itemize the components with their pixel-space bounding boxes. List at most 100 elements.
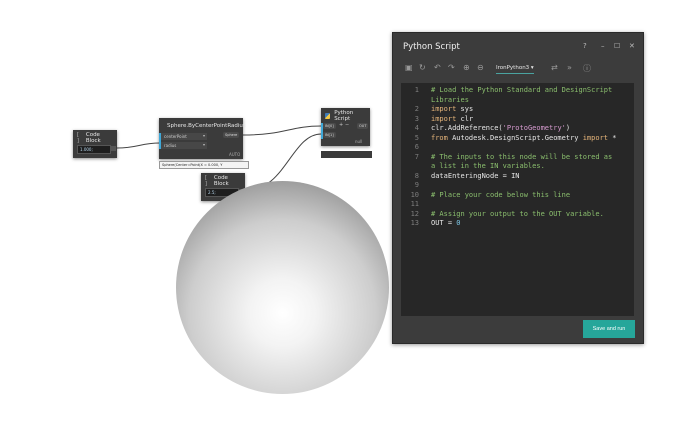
- input-centerpoint[interactable]: centerPoint ▾: [159, 133, 207, 140]
- help-icon[interactable]: ?: [583, 42, 587, 50]
- node-title: Sphere.ByCenterPointRadius: [167, 123, 246, 129]
- code-line[interactable]: clr.AddReference('ProtoGeometry'): [431, 124, 570, 132]
- node-header: [ ] Code Block: [73, 130, 117, 146]
- undo-icon[interactable]: ↶: [434, 63, 441, 72]
- wire-sphere-to-python-in0: [242, 125, 322, 136]
- close-icon[interactable]: ✕: [629, 42, 635, 50]
- line-number: 1: [414, 86, 419, 94]
- code-line[interactable]: Libraries: [431, 96, 469, 104]
- code-block-node[interactable]: [ ] Code Block 1.000;: [73, 130, 117, 158]
- line-number: 7: [414, 152, 419, 161]
- redo-icon[interactable]: ↷: [448, 63, 455, 72]
- code-line[interactable]: import sys: [431, 105, 473, 113]
- code-token: sys: [456, 105, 474, 113]
- more-icon[interactable]: »: [567, 63, 572, 72]
- zoom-in-icon[interactable]: ⊕: [463, 63, 470, 72]
- zoom-out-icon[interactable]: ⊖: [477, 63, 484, 72]
- code-token: 'ProtoGeometry': [502, 124, 566, 132]
- code-line[interactable]: from Autodesk.DesignScript.Geometry impo…: [431, 134, 616, 142]
- output-port[interactable]: OUT: [357, 123, 369, 129]
- code-token: *: [608, 133, 617, 142]
- code-block-icon: [ ]: [77, 132, 79, 144]
- output-port[interactable]: Sphere: [223, 132, 240, 138]
- input-dropdown-icon[interactable]: ▾: [203, 133, 205, 138]
- python-engine-dropdown[interactable]: IronPython3 ▾: [496, 65, 534, 74]
- line-number: 13: [410, 219, 419, 227]
- line-number: 9: [414, 181, 419, 189]
- code-token: from: [431, 133, 448, 142]
- node-title: Code Block: [213, 175, 229, 187]
- line-number: 12: [410, 209, 419, 218]
- minimize-icon[interactable]: –: [601, 42, 605, 50]
- window-title: Python Script: [403, 42, 460, 52]
- node-title: Python Script: [334, 110, 354, 122]
- wire-codeblock1-to-radius: [116, 142, 161, 149]
- save-icon[interactable]: ▣: [405, 63, 413, 72]
- input-label: centerPoint: [164, 134, 187, 139]
- help-icon[interactable]: ⓘ: [583, 63, 591, 74]
- code-editor[interactable]: 1 2 3 4 5 6 7 8 9 10 11 12 13 # Load the Python Stan…: [401, 83, 634, 316]
- node-header: [ ] Code Block: [201, 173, 245, 189]
- line-number-gutter: 1 2 3 4 5 6 7 8 9 10 11 12 13: [401, 83, 423, 316]
- code-token: # Load the Python Standard and DesignScr…: [431, 86, 613, 94]
- code-block-icon: [ ]: [205, 175, 207, 187]
- code-token: ): [565, 124, 571, 132]
- migrate-icon[interactable]: ⇄: [551, 63, 558, 72]
- output-port[interactable]: [110, 146, 116, 151]
- input-port-indicator: [321, 123, 323, 139]
- code-token: # The inputs to this node will be stored…: [431, 152, 613, 161]
- input-port-indicator: [159, 133, 161, 149]
- add-input-icon[interactable]: +: [339, 122, 343, 128]
- code-token: import: [582, 133, 609, 142]
- code-line[interactable]: import clr: [431, 115, 473, 123]
- code-token: import: [431, 105, 457, 113]
- node-preview-bubble: Sphere(Center=Point(X = 0.000, Y: [159, 161, 249, 169]
- code-line[interactable]: # The inputs to this node will be stored…: [431, 153, 612, 161]
- code-token: dataEnteringNode = IN: [431, 171, 520, 180]
- code-input[interactable]: 1.000;: [77, 145, 111, 154]
- input-label: radius: [164, 143, 177, 148]
- code-line[interactable]: # Load the Python Standard and DesignScr…: [431, 86, 612, 94]
- python-logo-icon: [325, 113, 331, 119]
- lacing-label: AUTO: [229, 152, 241, 157]
- code-token: Libraries: [431, 95, 469, 104]
- line-number: 4: [414, 124, 419, 132]
- code-token: Autodesk.DesignScript.Geometry: [447, 133, 583, 142]
- line-number: 2: [414, 105, 419, 113]
- code-token: a list in the IN variables.: [431, 162, 545, 170]
- code-line[interactable]: OUT = 0: [431, 219, 461, 227]
- code-token: # Place your code below this line: [431, 190, 571, 199]
- maximize-icon[interactable]: ☐: [614, 42, 620, 50]
- code-line[interactable]: # Place your code below this line: [431, 191, 570, 199]
- code-token: clr.AddReference(: [431, 124, 503, 132]
- code-token: OUT =: [431, 219, 457, 227]
- line-number: 3: [414, 114, 419, 123]
- sphere-by-center-point-radius-node[interactable]: Sphere.ByCenterPointRadius centerPoint ▾…: [159, 118, 246, 159]
- sphere-geometry-preview: [176, 181, 389, 394]
- code-token: import: [431, 114, 457, 123]
- input-dropdown-icon[interactable]: ▾: [203, 142, 205, 147]
- line-number: 6: [414, 143, 419, 151]
- code-token: clr: [456, 114, 474, 123]
- input-port-in1[interactable]: IN[1]: [323, 132, 336, 138]
- engine-label: IronPython3: [496, 65, 530, 71]
- input-radius[interactable]: radius ▾: [159, 142, 207, 149]
- line-number: 5: [414, 133, 419, 142]
- reset-icon[interactable]: ↻: [419, 63, 426, 72]
- node-status-text: null: [355, 139, 363, 144]
- code-line[interactable]: # Assign your output to the OUT variable…: [431, 210, 604, 218]
- line-number: 11: [410, 200, 419, 208]
- save-and-run-button[interactable]: Save and run: [583, 320, 635, 338]
- python-script-node[interactable]: Python Script IN[0] + − IN[1] OUT null: [321, 108, 370, 146]
- code-line[interactable]: a list in the IN variables.: [431, 162, 545, 170]
- input-port-in0[interactable]: IN[0]: [323, 123, 336, 129]
- remove-input-icon[interactable]: −: [345, 122, 349, 128]
- code-token: # Assign your output to the OUT variable…: [431, 209, 604, 218]
- code-token: 0: [456, 219, 461, 227]
- editor-toolbar: ▣ ↻ ↶ ↷ ⊕ ⊖ IronPython3 ▾ ⇄ » ⓘ: [401, 63, 635, 79]
- node-title: Code Block: [85, 132, 101, 144]
- line-number: 10: [410, 190, 419, 199]
- code-line[interactable]: dataEnteringNode = IN: [431, 172, 520, 180]
- line-number: 8: [414, 171, 419, 180]
- python-script-editor-window[interactable]: Python Script ? – ☐ ✕ ▣ ↻ ↶ ↷ ⊕ ⊖ IronPy…: [392, 32, 644, 344]
